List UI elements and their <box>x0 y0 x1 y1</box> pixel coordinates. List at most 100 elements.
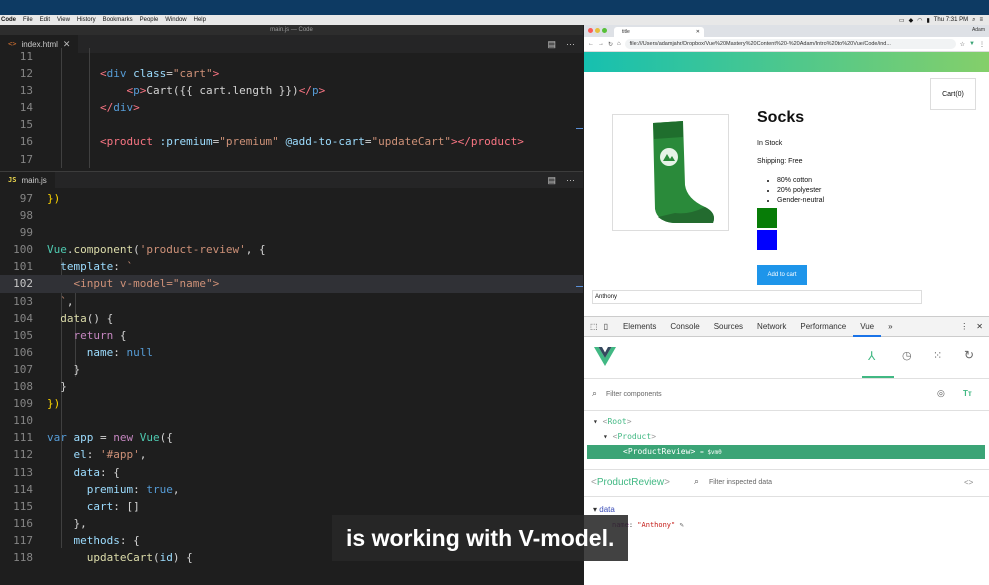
code-line: 15 <box>19 118 33 132</box>
search-icon: ⌕ <box>592 388 598 398</box>
wifi-icon[interactable]: ◠ <box>917 17 922 24</box>
scroll-marker <box>576 128 583 129</box>
scroll-marker <box>576 286 583 287</box>
history-icon[interactable]: ◷ <box>902 349 912 362</box>
menu-history[interactable]: History <box>77 17 96 23</box>
more-actions-icon[interactable]: ··· <box>566 175 575 185</box>
reload-icon[interactable]: ↻ <box>608 41 613 48</box>
search-icon[interactable]: ⌕ <box>972 17 975 24</box>
code-line: 107 } <box>13 362 81 376</box>
dropbox-icon[interactable]: ◆ <box>909 17 914 24</box>
color-swatch-blue[interactable] <box>757 230 777 250</box>
menu-bookmarks[interactable]: Bookmarks <box>103 17 133 23</box>
code-line: 103 `, <box>13 294 74 308</box>
screen-icon[interactable]: ▭ <box>899 17 905 24</box>
component-tree: ▾ <Root> ▾ <Product> <ProductReview> = $… <box>584 411 989 469</box>
menu-list-icon[interactable]: ≡ <box>979 17 983 23</box>
target-icon[interactable]: ◎ <box>937 388 945 399</box>
home-icon[interactable]: ⌂ <box>617 41 621 47</box>
tab-vue[interactable]: Vue <box>853 317 882 337</box>
filter-components-input[interactable]: Filter components <box>606 391 662 398</box>
filter-row: ⌕ Filter components ◎ Tт <box>584 379 989 411</box>
tab-performance[interactable]: Performance <box>793 317 853 337</box>
menu-edit[interactable]: Edit <box>40 17 50 23</box>
browser-tab[interactable]: title ✕ <box>614 27 704 37</box>
js-file-icon: JS <box>8 176 17 184</box>
menu-help[interactable]: Help <box>194 17 206 23</box>
split-editor-icon[interactable]: ▤ <box>547 175 556 186</box>
tab-sources[interactable]: Sources <box>707 317 750 337</box>
menu-view[interactable]: View <box>57 17 70 23</box>
code-line: 112 el: '#app', <box>13 448 147 462</box>
review-name-input[interactable]: Anthony <box>592 290 922 304</box>
stock-status: In Stock <box>757 140 783 147</box>
code-line: 105 return { <box>13 328 127 342</box>
menu-app-name[interactable]: Code <box>1 17 16 23</box>
menu-people[interactable]: People <box>140 17 159 23</box>
menu-dots-icon[interactable]: ⋮ <box>979 41 985 48</box>
shipping-text: Shipping: Free <box>757 158 803 165</box>
data-section-header[interactable]: ▾ data <box>593 505 615 514</box>
code-line-current: 102 <input v-model="name"> <box>0 275 583 293</box>
editor-tabbar-bottom: JS main.js ▤ ··· <box>0 172 583 188</box>
window-close-icon[interactable] <box>588 28 593 33</box>
code-line: 97}) <box>19 192 61 205</box>
bookmark-star-icon[interactable]: ☆ <box>960 41 965 48</box>
edit-pencil-icon[interactable]: ✎ <box>679 521 683 529</box>
tree-product-review-selected[interactable]: <ProductReview> = $vm0 <box>587 445 985 459</box>
add-to-cart-button[interactable]: Add to cart <box>757 265 807 285</box>
code-line: 113 data: { <box>13 465 120 479</box>
text-format-icon[interactable]: Tт <box>963 389 972 398</box>
device-toggle-icon[interactable]: ▯ <box>602 322 616 331</box>
refresh-icon[interactable]: ↻ <box>964 348 974 362</box>
inspected-component-name: <ProductReview> <box>591 477 670 488</box>
code-line: 101 template: ` <box>13 260 134 274</box>
code-line: 11 <box>19 50 33 63</box>
code-toggle-icon[interactable]: <> <box>964 478 973 487</box>
more-tabs-icon[interactable]: » <box>881 317 899 337</box>
vue-extension-icon[interactable]: ▼ <box>969 41 975 47</box>
forward-icon[interactable]: → <box>598 41 604 47</box>
code-line: 104 data() { <box>13 311 114 325</box>
devtools-panel: ⬚ ▯ Elements Console Sources Network Per… <box>584 316 989 585</box>
url-field[interactable]: file:///Users/adamjahr/Dropbox/Vue%20Mas… <box>624 39 956 49</box>
product-title: Socks <box>757 109 805 126</box>
vuex-icon[interactable]: ⁙ <box>933 349 942 362</box>
tab-main-js[interactable]: JS main.js <box>0 172 55 188</box>
tab-label: main.js <box>21 175 47 185</box>
window-minimize-icon[interactable] <box>595 28 600 33</box>
product-image <box>612 114 729 231</box>
back-icon[interactable]: ← <box>588 41 594 47</box>
tree-product[interactable]: ▾ <Product> <box>603 432 656 441</box>
code-line: 115 cart: [] <box>13 499 140 513</box>
vue-logo-icon <box>594 347 616 366</box>
filter-inspected-input[interactable]: Filter inspected data <box>709 479 772 486</box>
window-title: main.js — Code <box>0 25 583 35</box>
battery-icon[interactable]: ▮ <box>926 17 929 24</box>
components-tab-icon[interactable]: ⅄ <box>868 349 875 363</box>
inspect-element-icon[interactable]: ⬚ <box>584 322 602 331</box>
code-line: 12 <div class="cart"> <box>19 67 220 81</box>
clock-text[interactable]: Thu 7:31 PM <box>934 17 968 23</box>
devtools-close-icon[interactable]: ✕ <box>976 322 989 331</box>
nav-bar <box>584 52 989 72</box>
menu-file[interactable]: File <box>23 17 33 23</box>
code-line: 99 <box>19 226 33 240</box>
code-line: 100 Vue.component('product-review', { <box>13 243 266 257</box>
window-maximize-icon[interactable] <box>602 28 607 33</box>
address-bar: ← → ↻ ⌂ file:///Users/adamjahr/Dropbox/V… <box>584 37 989 52</box>
code-line: 14 </div> <box>19 101 140 115</box>
devtools-menu-icon[interactable]: ⋮ <box>960 322 976 331</box>
tab-elements[interactable]: Elements <box>616 317 663 337</box>
menu-window[interactable]: Window <box>165 17 186 23</box>
macos-menubar: Code File Edit View History Bookmarks Pe… <box>0 15 989 25</box>
profile-name[interactable]: Adam <box>972 27 985 33</box>
tab-network[interactable]: Network <box>750 317 793 337</box>
tree-root[interactable]: ▾ <Root> <box>593 417 632 426</box>
code-line: 111 var app = new Vue({ <box>13 431 173 445</box>
tab-console[interactable]: Console <box>663 317 706 337</box>
code-top[interactable]: 11 12 <div class="cart"> 13 <p>Cart({{ c… <box>0 48 583 168</box>
code-bottom[interactable]: 97}) 98 99 100 Vue.component('product-rev… <box>0 190 583 566</box>
color-swatch-green[interactable] <box>757 208 777 228</box>
active-indicator <box>862 376 894 378</box>
